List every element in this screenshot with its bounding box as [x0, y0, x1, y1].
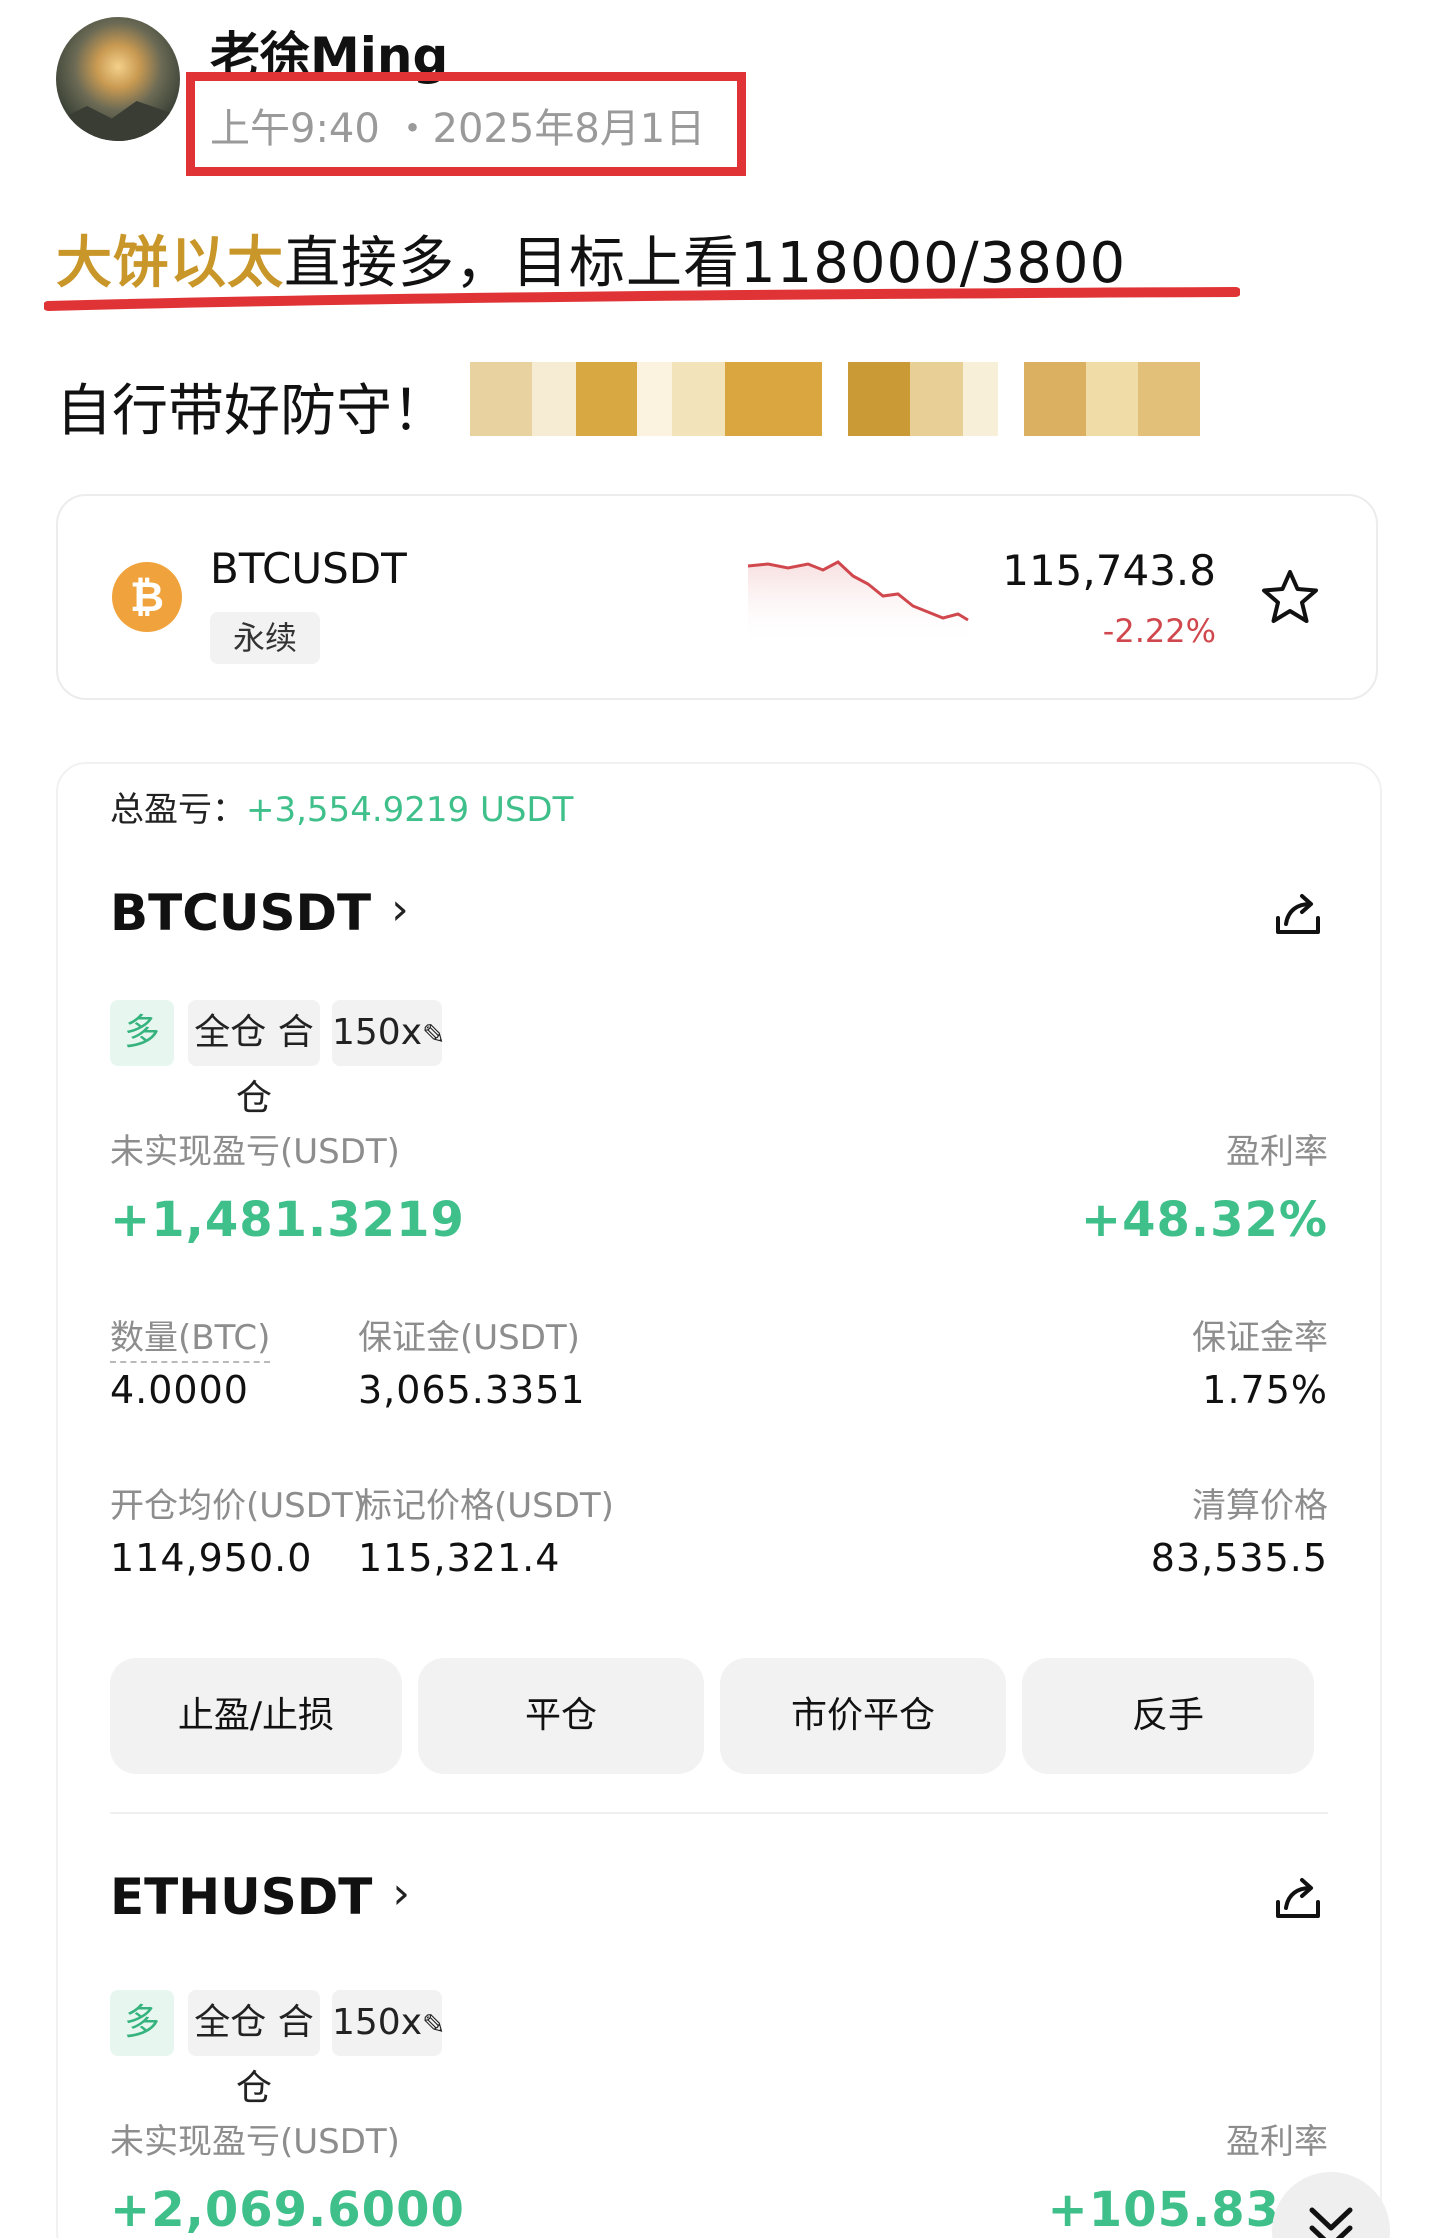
liquidation-price-value: 83,535.5	[1150, 1536, 1328, 1580]
scroll-down-button[interactable]	[1272, 2172, 1390, 2238]
perpetual-badge: 永续	[210, 612, 320, 664]
unrealized-pnl-label: 未实现盈亏(USDT)	[110, 1132, 400, 1172]
unrealized-pnl-value: +1,481.3219	[110, 1192, 465, 1248]
long-side-tag: 多	[110, 1990, 174, 2056]
share-icon[interactable]	[1268, 884, 1328, 944]
margin-rate-label: 保证金率	[1192, 1318, 1328, 1358]
post-text-line2: 自行带好防守！	[56, 379, 448, 444]
leverage-value: 150x	[332, 1012, 423, 1053]
ticker-card[interactable]: ₿ BTCUSDT 永续 115,743.8 -2.22%	[56, 494, 1378, 700]
avatar[interactable]	[56, 17, 180, 141]
total-pnl: 总盈亏：+3,554.9219 USDT	[110, 782, 573, 831]
leverage-tag[interactable]: 150x✎	[332, 1000, 446, 1066]
margin-label: 保证金(USDT)	[358, 1318, 580, 1358]
red-underline-annotation	[44, 287, 1240, 311]
positions-card: 总盈亏：+3,554.9219 USDT BTCUSDT › 多 全仓 合仓 15…	[56, 762, 1382, 2238]
price-sparkline	[747, 560, 969, 646]
post-timestamp: 上午9:40 ・2025年8月1日	[210, 106, 706, 152]
roi-value: +48.32%	[1080, 1192, 1328, 1248]
favorite-star-icon[interactable]	[1258, 566, 1322, 630]
position-symbol-btc[interactable]: BTCUSDT ›	[110, 884, 409, 942]
total-pnl-label: 总盈亏：	[110, 790, 246, 830]
reverse-position-button[interactable]: 反手	[1022, 1658, 1314, 1774]
position-symbol-label: BTCUSDT	[110, 884, 372, 942]
bitcoin-icon: ₿	[112, 562, 182, 632]
entry-price-value: 114,950.0	[110, 1536, 313, 1580]
long-side-tag: 多	[110, 1000, 174, 1066]
roi-label: 盈利率	[1226, 2122, 1328, 2162]
position-symbol-label: ETHUSDT	[110, 1868, 373, 1926]
margin-value: 3,065.3351	[358, 1368, 586, 1412]
roi-label: 盈利率	[1226, 1132, 1328, 1172]
margin-mode-tag: 全仓 合仓	[188, 1990, 320, 2109]
leverage-value: 150x	[332, 2002, 423, 2043]
position-symbol-eth[interactable]: ETHUSDT ›	[110, 1868, 410, 1926]
quantity-label[interactable]: 数量(BTC)	[110, 1310, 271, 1363]
liquidation-price-label: 清算价格	[1192, 1486, 1328, 1526]
quantity-value: 4.0000	[110, 1368, 249, 1412]
ticker-change: -2.22%	[1102, 612, 1216, 650]
mark-price-value: 115,321.4	[358, 1536, 561, 1580]
pixelated-emoji-mosaic	[470, 362, 1200, 436]
edit-pencil-icon: ✎	[422, 2008, 446, 2041]
unrealized-pnl-value: +2,069.6000	[110, 2182, 465, 2238]
double-chevron-down-icon	[1309, 2207, 1353, 2238]
chevron-right-icon: ›	[391, 884, 409, 935]
margin-mode-tag: 全仓 合仓	[188, 1000, 320, 1119]
margin-rate-value: 1.75%	[1202, 1368, 1328, 1412]
edit-pencil-icon: ✎	[422, 1018, 446, 1051]
leverage-tag[interactable]: 150x✎	[332, 1990, 446, 2056]
chevron-right-icon: ›	[392, 1868, 410, 1919]
mark-price-label: 标记价格(USDT)	[358, 1486, 614, 1526]
tp-sl-button[interactable]: 止盈/止损	[110, 1658, 402, 1774]
unrealized-pnl-label: 未实现盈亏(USDT)	[110, 2122, 400, 2162]
total-pnl-value: +3,554.9219 USDT	[246, 790, 574, 830]
share-icon[interactable]	[1268, 1868, 1328, 1928]
ticker-price: 115,743.8	[1002, 546, 1216, 595]
roi-value: +105.83	[1047, 2182, 1280, 2238]
close-position-button[interactable]: 平仓	[418, 1658, 704, 1774]
market-close-button[interactable]: 市价平仓	[720, 1658, 1006, 1774]
position-divider	[110, 1812, 1328, 1814]
entry-price-label: 开仓均价(USDT)	[110, 1486, 366, 1526]
ticker-symbol: BTCUSDT	[210, 544, 407, 593]
